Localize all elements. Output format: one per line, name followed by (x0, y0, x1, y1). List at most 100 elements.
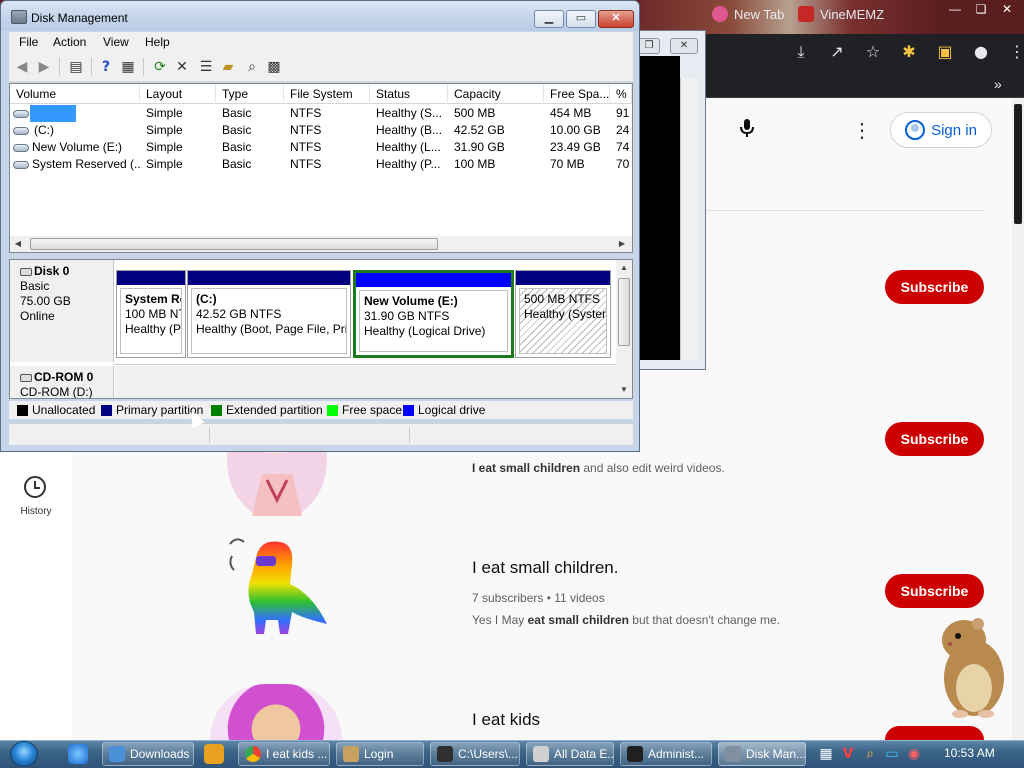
subscribe-button[interactable]: Subscribe (885, 574, 984, 608)
clock[interactable]: 10:53 AM (944, 746, 995, 760)
cdrom-area[interactable] (115, 366, 616, 398)
task-login[interactable]: Login (336, 742, 424, 766)
volume-list-hscrollbar[interactable]: ◀ ▶ (10, 236, 632, 252)
menu-view[interactable]: View (103, 35, 129, 49)
help-icon[interactable]: ? (97, 58, 115, 76)
voice-search-mic-icon[interactable] (734, 118, 760, 144)
menu-help[interactable]: Help (145, 35, 170, 49)
back-arrow-icon[interactable]: ◀ (13, 58, 31, 76)
console-restore-button[interactable]: ❐ (638, 38, 660, 54)
subscribe-button[interactable] (885, 726, 984, 740)
channel-title[interactable]: I eat small children. (472, 558, 618, 578)
col-type[interactable]: Type (216, 84, 284, 104)
partition-e[interactable]: New Volume (E:) 31.90 GB NTFS Healthy (L… (353, 270, 514, 358)
subscribe-button[interactable]: Subscribe (885, 422, 984, 456)
vscroll-thumb[interactable] (618, 278, 630, 346)
open-folder-icon[interactable]: ▰ (219, 58, 237, 76)
properties-icon[interactable]: ☰ (197, 58, 215, 76)
col-file-system[interactable]: File System (284, 84, 370, 104)
antivirus-icon[interactable]: V (840, 746, 856, 762)
browser-close-button[interactable]: ✕ (994, 0, 1020, 18)
col-volume[interactable]: Volume (10, 84, 140, 104)
cdrom-0-label[interactable]: CD-ROM 0 CD-ROM (D:) (10, 366, 114, 398)
disk-management-icon (11, 10, 27, 24)
col-status[interactable]: Status (370, 84, 448, 104)
task-administrator-cmd[interactable]: Administ... (620, 742, 712, 766)
disk-map-vscrollbar[interactable]: ▲ ▼ (616, 260, 632, 398)
cell-volume: New Volume (E:) (32, 140, 123, 154)
task-all-data[interactable]: All Data E... (526, 742, 614, 766)
partition-system[interactable]: 500 MB NTFS Healthy (System (515, 270, 611, 358)
menu-file[interactable]: File (19, 35, 38, 49)
primary-partition-bar (188, 271, 350, 285)
volume-name-selected[interactable] (30, 105, 76, 122)
network-icon[interactable]: ▦ (818, 746, 834, 762)
settings-grid-icon[interactable]: ▩ (265, 58, 283, 76)
settings-dots-icon[interactable]: ⋮ (852, 118, 872, 144)
task-disk-management[interactable]: Disk Man... (718, 742, 806, 766)
properties-pane-icon[interactable]: ▦ (119, 58, 137, 76)
col-free-space[interactable]: Free Spa... (544, 84, 610, 104)
partition-c[interactable]: (C:) 42.52 GB NTFS Healthy (Boot, Page F… (187, 270, 351, 358)
partition-status: Healthy (System (524, 307, 607, 321)
history-icon[interactable] (24, 476, 46, 498)
desktop-pet-hamster[interactable] (930, 614, 1010, 718)
scroll-up-arrow-icon[interactable]: ▲ (616, 260, 632, 276)
partition-system-reserved[interactable]: System Re 100 MB NT Healthy (P (116, 270, 186, 358)
legend-extended-partition: Extended partition (211, 403, 323, 417)
star-icon[interactable]: ☆ (862, 41, 884, 63)
col-percent-free[interactable]: % F (610, 84, 632, 104)
table-row[interactable]: (C:) Simple Basic NTFS Healthy (B... 42.… (10, 122, 632, 139)
channel-avatar[interactable] (222, 534, 332, 644)
share-icon[interactable]: ↗ (826, 41, 848, 63)
start-button[interactable] (6, 740, 46, 768)
title-bar[interactable]: Disk Management ▁ ▭ ✕ (1, 1, 639, 31)
subscribe-button[interactable]: Subscribe (885, 270, 984, 304)
disk-0-label[interactable]: Disk 0 Basic 75.00 GB Online (10, 260, 114, 362)
display-icon[interactable]: ▭ (884, 746, 900, 762)
minimize-button[interactable]: ▁ (534, 10, 564, 28)
search-icon[interactable]: ⌕ (243, 58, 261, 76)
menu-action[interactable]: Action (53, 35, 86, 49)
bookmark-new-tab[interactable]: New Tab (712, 0, 784, 28)
close-button[interactable]: ✕ (598, 10, 634, 28)
scroll-down-arrow-icon[interactable]: ▼ (616, 382, 632, 398)
console-close-button[interactable]: ✕ (670, 38, 698, 54)
table-row[interactable]: Simple Basic NTFS Healthy (S... 500 MB 4… (10, 105, 632, 122)
task-chrome[interactable]: I eat kids ... (238, 742, 330, 766)
col-layout[interactable]: Layout (140, 84, 216, 104)
show-hide-tree-icon[interactable]: ▤ (67, 58, 85, 76)
menu-icon[interactable]: ⋮ (1006, 41, 1024, 63)
page-scrollbar-thumb[interactable] (1014, 104, 1022, 224)
scroll-right-arrow-icon[interactable]: ▶ (614, 236, 630, 252)
bookmark-vinememz[interactable]: VineMEMZ (798, 0, 884, 28)
browser-minimize-button[interactable]: — (942, 0, 968, 18)
hscroll-thumb[interactable] (30, 238, 438, 250)
download-icon[interactable]: ⤓ (790, 41, 812, 63)
table-row[interactable]: System Reserved (... Simple Basic NTFS H… (10, 156, 632, 173)
maximize-button[interactable]: ▭ (566, 10, 596, 28)
table-row[interactable]: New Volume (E:) Simple Basic NTFS Health… (10, 139, 632, 156)
console-scrollbar[interactable] (680, 78, 698, 360)
bookmarks-overflow-chevron[interactable]: » (994, 70, 1002, 98)
legend-label: Free space (342, 403, 403, 417)
cell-status: Healthy (P... (376, 157, 441, 171)
browser-restore-button[interactable]: ❏ (968, 0, 994, 18)
record-icon[interactable]: ◉ (906, 746, 922, 762)
history-label[interactable]: History (12, 506, 60, 517)
profile-icon[interactable]: ● (970, 41, 992, 63)
extensions-icon[interactable]: ✱ (898, 41, 920, 63)
delete-icon[interactable]: ✕ (173, 58, 191, 76)
media-player-icon[interactable] (204, 744, 224, 764)
internet-explorer-icon[interactable] (68, 744, 88, 764)
scroll-left-arrow-icon[interactable]: ◀ (10, 236, 26, 252)
task-downloads[interactable]: Downloads (102, 742, 194, 766)
channel-title[interactable]: I eat kids (472, 710, 540, 730)
refresh-icon[interactable]: ⟳ (151, 58, 169, 76)
sign-in-button[interactable]: Sign in (890, 112, 992, 148)
forward-arrow-icon[interactable]: ▶ (35, 58, 53, 76)
search-tool-icon[interactable]: ⌕ (862, 746, 878, 762)
task-file-explorer[interactable]: C:\Users\... (430, 742, 520, 766)
col-capacity[interactable]: Capacity (448, 84, 544, 104)
sidebar-icon[interactable]: ▣ (934, 41, 956, 63)
